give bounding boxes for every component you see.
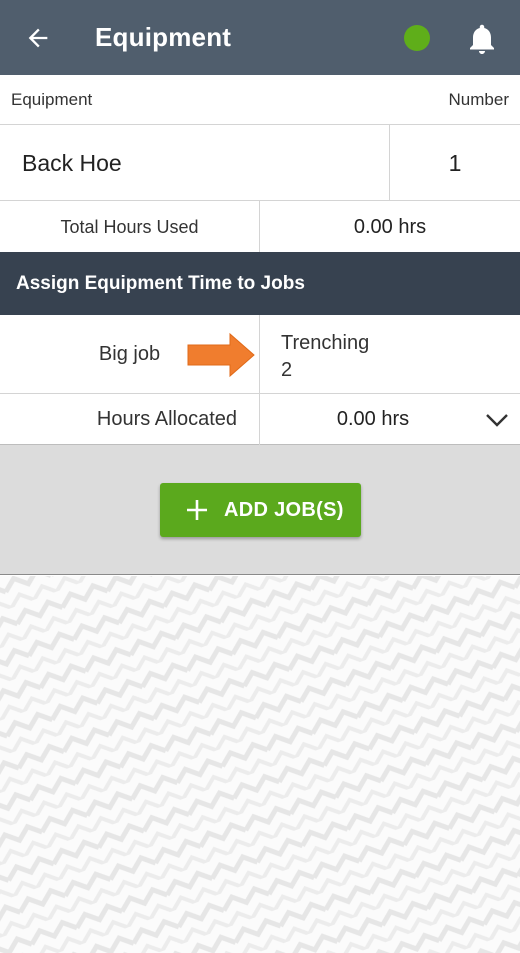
chevron-down-icon [486, 414, 508, 427]
add-jobs-button[interactable]: ADD JOB(S) [160, 483, 361, 537]
zigzag-pattern [0, 576, 520, 953]
hours-allocated-value: 0.00 hrs [336, 408, 410, 430]
equipment-table-header: Equipment Number [0, 75, 520, 125]
notifications-button[interactable] [464, 20, 500, 58]
equipment-screen: Equipment Equipment Number Back Hoe 1 To… [0, 0, 520, 953]
job-task-name: Trenching [281, 332, 370, 354]
back-button[interactable] [20, 20, 56, 56]
equipment-column-header: Equipment [11, 90, 93, 109]
job-task-number: 2 [281, 359, 293, 381]
background-pattern [0, 576, 520, 953]
section-title: Assign Equipment Time to Jobs [16, 273, 305, 294]
total-hours-value: 0.00 hrs [353, 216, 427, 238]
total-hours-row: Total Hours Used 0.00 hrs [0, 201, 520, 253]
hours-allocated-select[interactable]: 0.00 hrs [260, 394, 520, 445]
top-bar: Equipment [0, 0, 520, 75]
back-arrow-icon [28, 28, 48, 48]
bell-icon [470, 24, 494, 54]
add-jobs-label: ADD JOB(S) [224, 499, 344, 521]
equipment-number: 1 [448, 150, 462, 176]
page-title: Equipment [95, 22, 232, 52]
equipment-name: Back Hoe [22, 150, 122, 176]
assign-section-header: Assign Equipment Time to Jobs [0, 252, 520, 315]
job-row[interactable]: Big job Trenching 2 [0, 315, 520, 394]
hours-allocated-label: Hours Allocated [96, 408, 237, 430]
divider [259, 315, 260, 394]
hours-allocated-row: Hours Allocated 0.00 hrs [0, 394, 520, 445]
number-column-header: Number [448, 90, 509, 109]
orange-arrow-icon [187, 332, 255, 378]
total-hours-label: Total Hours Used [60, 217, 199, 237]
status-indicator [404, 25, 430, 51]
job-task: Trenching 2 [281, 330, 369, 384]
equipment-row: Back Hoe 1 [0, 125, 520, 201]
add-job-panel: ADD JOB(S) [0, 445, 520, 575]
plus-icon [187, 500, 207, 520]
